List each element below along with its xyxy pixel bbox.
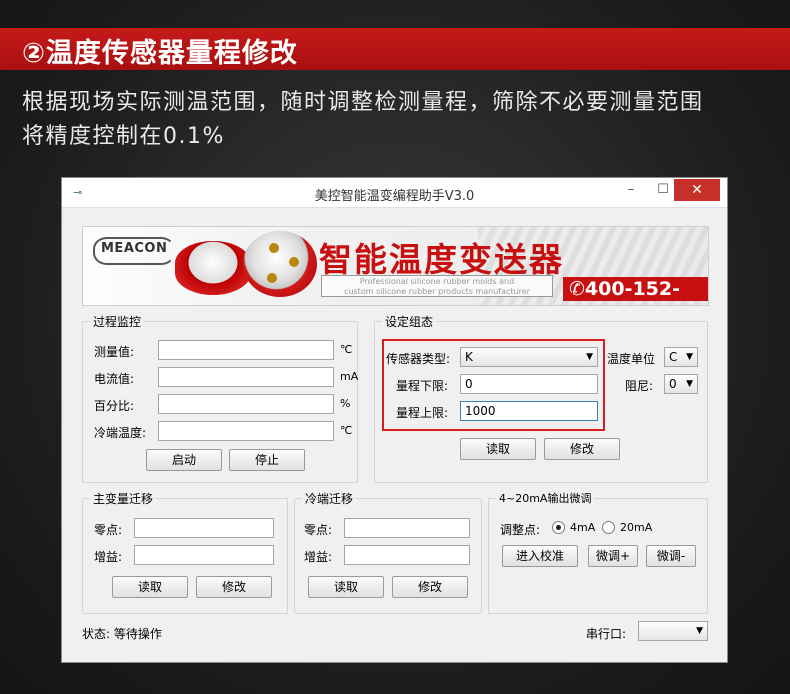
stop-button[interactable]: 停止: [229, 449, 305, 471]
product-banner: MEACON 智能温度变送器 Professional silicone rub…: [82, 226, 709, 306]
damping-value: 0: [669, 377, 677, 391]
cold-junction-field[interactable]: [158, 421, 334, 441]
main-migration-title: 主变量迁移: [90, 490, 157, 507]
cold-gain-label: 增益:: [304, 550, 333, 564]
main-zero-label: 零点:: [94, 523, 123, 537]
fine-tune-down-button[interactable]: 微调-: [646, 545, 696, 567]
percent-label: 百分比:: [94, 399, 135, 413]
cold-junction-unit: ℃: [340, 424, 353, 437]
range-low-label: 量程下限:: [396, 379, 449, 393]
main-modify-button[interactable]: 修改: [196, 576, 272, 598]
sensor-type-label: 传感器类型:: [386, 352, 451, 366]
range-low-field[interactable]: 0: [460, 374, 598, 394]
measured-unit: ℃: [340, 343, 353, 356]
cold-modify-button[interactable]: 修改: [392, 576, 468, 598]
section-title-bar: ②温度传感器量程修改: [0, 28, 790, 70]
percent-unit: %: [340, 397, 351, 410]
cold-migration-title: 冷端迁移: [302, 490, 357, 507]
current-unit: mA: [340, 370, 359, 383]
chevron-down-icon: ▼: [586, 352, 593, 362]
config-modify-button[interactable]: 修改: [544, 438, 620, 460]
sensor-type-select[interactable]: K ▼: [460, 347, 598, 367]
description-line-2: 将精度控制在0.1%: [22, 124, 225, 149]
port-label: 串行口:: [586, 627, 627, 641]
config-title: 设定组态: [382, 313, 437, 330]
radio-4ma[interactable]: [552, 521, 565, 534]
window-title-bar: ⊸ 美控智能温变编程助手V3.0 – ☐ ✕: [62, 178, 727, 208]
phone-number: ✆400-152-1718: [563, 277, 708, 305]
cold-zero-label: 零点:: [304, 523, 333, 537]
chevron-down-icon: ▼: [686, 352, 693, 362]
chevron-down-icon: ▼: [686, 379, 693, 389]
maximize-button[interactable]: ☐: [650, 179, 676, 201]
measured-label: 测量值:: [94, 345, 135, 359]
adjust-point-label: 调整点:: [500, 523, 541, 537]
current-value-field[interactable]: [158, 367, 334, 387]
sensor-type-value: K: [465, 350, 473, 364]
banner-title: 智能温度变送器: [319, 240, 564, 279]
temp-unit-label: 温度单位: [607, 352, 656, 366]
radio-4ma-label: 4mA: [570, 521, 596, 534]
brand-logo: MEACON: [101, 241, 168, 256]
current-label: 电流值:: [94, 372, 135, 386]
start-button[interactable]: 启动: [146, 449, 222, 471]
main-gain-field[interactable]: [134, 545, 274, 565]
product-image-transmitter: [243, 231, 317, 297]
product-image-base: [175, 241, 251, 295]
temp-unit-select[interactable]: C ▼: [664, 347, 698, 367]
damping-select[interactable]: 0 ▼: [664, 374, 698, 394]
port-select[interactable]: ▼: [638, 621, 708, 641]
app-window: ⊸ 美控智能温变编程助手V3.0 – ☐ ✕ MEACON 智能温度变送器 Pr…: [61, 177, 728, 663]
measured-value-field[interactable]: [158, 340, 334, 360]
banner-subtitle: Professional silicone rubber molds and c…: [321, 275, 553, 297]
radio-20ma[interactable]: [602, 521, 615, 534]
damping-label: 阻尼:: [625, 379, 654, 393]
cold-zero-field[interactable]: [344, 518, 470, 538]
cold-read-button[interactable]: 读取: [308, 576, 384, 598]
minimize-button[interactable]: –: [618, 179, 644, 201]
range-high-field[interactable]: 1000: [460, 401, 598, 421]
config-read-button[interactable]: 读取: [460, 438, 536, 460]
calibrate-button[interactable]: 进入校准: [502, 545, 578, 567]
chevron-down-icon: ▼: [696, 626, 703, 636]
radio-20ma-label: 20mA: [620, 521, 653, 534]
main-gain-label: 增益:: [94, 550, 123, 564]
description-line-1: 根据现场实际测温范围，随时调整检测量程，筛除不必要测量范围: [22, 90, 704, 115]
close-button[interactable]: ✕: [674, 179, 720, 201]
temp-unit-value: C: [669, 350, 678, 364]
status-text: 状态: 等待操作: [82, 627, 162, 641]
cold-gain-field[interactable]: [344, 545, 470, 565]
cold-junction-label: 冷端温度:: [94, 426, 147, 440]
fine-tune-up-button[interactable]: 微调+: [588, 545, 638, 567]
range-high-label: 量程上限:: [396, 406, 449, 420]
banner-subtitle-line-1: Professional silicone rubber molds and: [359, 277, 515, 286]
main-read-button[interactable]: 读取: [112, 576, 188, 598]
main-zero-field[interactable]: [134, 518, 274, 538]
process-monitor-title: 过程监控: [90, 313, 145, 330]
section-title: ②温度传感器量程修改: [22, 38, 298, 69]
banner-subtitle-line-2: custom silicone rubber products manufact…: [344, 287, 530, 296]
percent-value-field[interactable]: [158, 394, 334, 414]
fine-tune-title: 4~20mA输出微调: [496, 490, 595, 506]
